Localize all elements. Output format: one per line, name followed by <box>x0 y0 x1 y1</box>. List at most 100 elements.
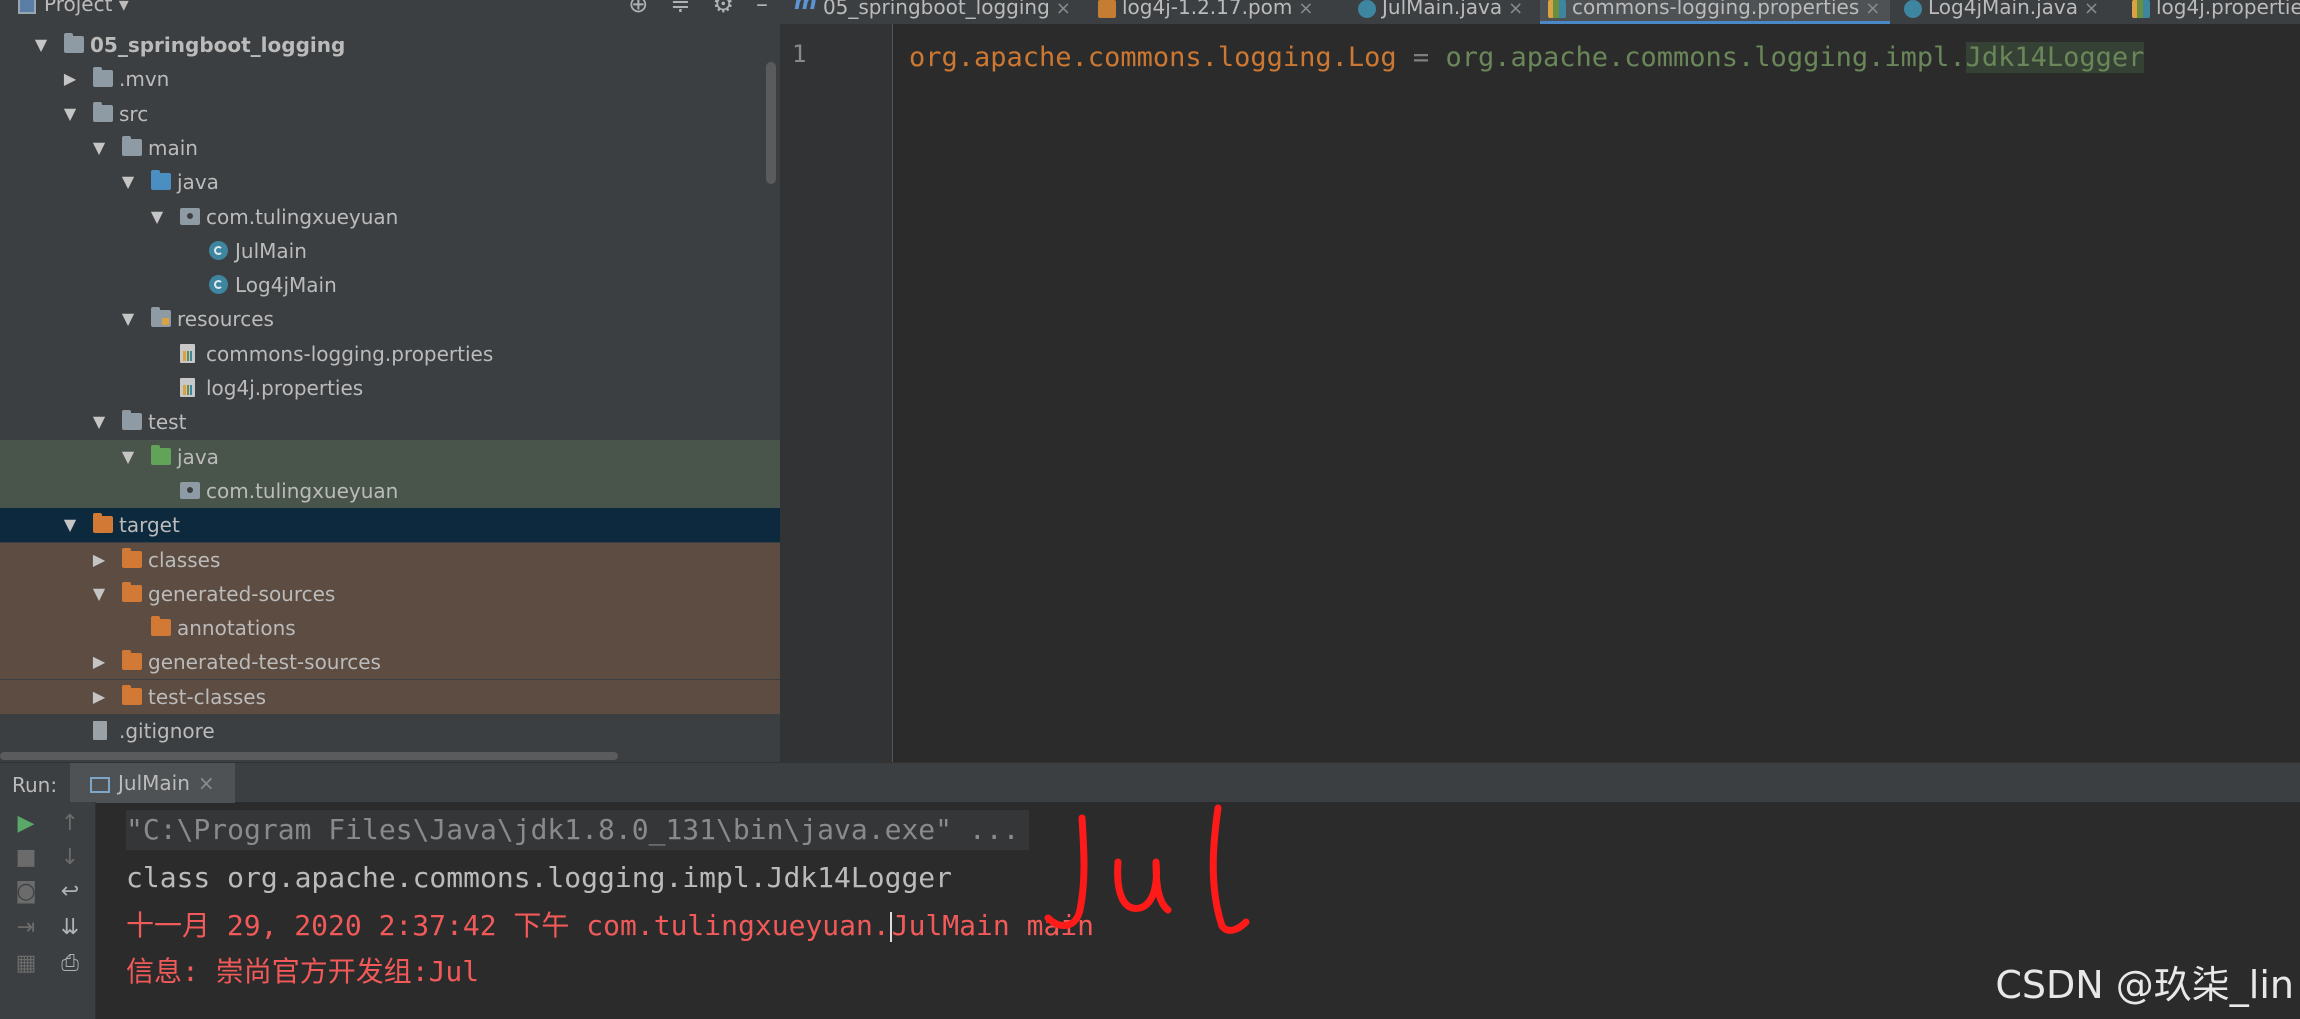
folder-icon <box>122 135 142 156</box>
rerun-icon[interactable]: ▶ <box>12 810 40 838</box>
camera-icon[interactable]: ◙ <box>12 878 40 906</box>
folder-icon <box>122 410 142 431</box>
tree-item-label: classes <box>148 547 221 572</box>
editor-tab-log4j-1-2-17-pom[interactable]: log4j-1.2.17.pom × <box>1090 0 1344 24</box>
tree-item-label: target <box>119 513 180 538</box>
console-output-prefix: class org.apache.commons.logging.impl. <box>126 861 767 894</box>
test-folder-icon <box>151 444 171 465</box>
editor-tab-log4j-properties[interactable]: log4j.properties <box>2124 0 2300 24</box>
tree-item-label: src <box>119 101 149 126</box>
tree-item-main[interactable]: ▼ main <box>0 131 780 165</box>
folder-icon <box>93 101 113 122</box>
scroll-to-end-icon[interactable]: ⇊ <box>56 914 84 942</box>
tree-item--gitignore[interactable]: .gitignore <box>0 714 780 748</box>
tree-item-generated-test-sources[interactable]: ▶ generated-test-sources <box>0 645 780 680</box>
run-tab-julmain[interactable]: JulMain × <box>70 763 235 803</box>
tree-item-log4j-properties[interactable]: log4j.properties <box>0 371 780 405</box>
run-tab-label: JulMain <box>118 771 190 795</box>
tree-vertical-scrollbar[interactable] <box>766 62 776 184</box>
layout-icon[interactable]: ▦ <box>12 950 40 978</box>
package-icon <box>180 481 200 499</box>
close-icon[interactable]: × <box>1056 0 1071 19</box>
exit-icon[interactable]: ⇥ <box>12 914 40 942</box>
tree-item-com-tulingxueyuan[interactable]: com.tulingxueyuan <box>0 473 780 508</box>
project-tool-window: Project ▾ ⊕ ≑ ⚙ – ▼ 05_springboot_logging… <box>0 0 780 762</box>
tree-item-java[interactable]: ▼ java <box>0 165 780 199</box>
close-icon[interactable]: × <box>1865 0 1880 19</box>
chevron-down-icon[interactable]: ▼ <box>32 28 50 62</box>
scroll-up-icon[interactable]: ↑ <box>56 810 84 838</box>
locate-icon[interactable]: ⊕ <box>628 0 648 18</box>
close-icon[interactable]: × <box>1298 0 1313 19</box>
chevron-right-icon[interactable]: ▶ <box>90 543 108 577</box>
scroll-down-icon[interactable]: ↓ <box>56 844 84 872</box>
tree-item-label: .mvn <box>119 67 170 92</box>
tree-item-test-classes[interactable]: ▶ test-classes <box>0 679 780 714</box>
chevron-right-icon[interactable]: ▶ <box>90 645 108 679</box>
class-file-icon <box>1358 0 1376 18</box>
chevron-down-icon[interactable]: ▼ <box>61 97 79 131</box>
editor-tab-label: JulMain.java <box>1382 0 1503 19</box>
tree-item-label: resources <box>177 307 274 332</box>
excluded-folder-icon <box>122 684 142 705</box>
tree-item-label: java <box>177 444 219 469</box>
soft-wrap-icon[interactable]: ↩ <box>56 878 84 906</box>
chevron-down-icon[interactable]: ▼ <box>119 165 137 199</box>
close-icon[interactable]: × <box>198 771 215 795</box>
chevron-right-icon[interactable]: ▶ <box>90 680 108 714</box>
editor-tab-05-springboot-logging[interactable]: m 05_springboot_logging × <box>786 0 1084 24</box>
tree-item-label: java <box>177 170 219 195</box>
chevron-down-icon[interactable]: ▼ <box>119 440 137 474</box>
chevron-down-icon[interactable]: ▼ <box>148 200 166 234</box>
chevron-down-icon[interactable]: ▼ <box>61 508 79 542</box>
chevron-right-icon[interactable]: ▶ <box>61 62 79 96</box>
tree-item-classes[interactable]: ▶ classes <box>0 542 780 577</box>
editor-tab-log4jmain-java[interactable]: Log4jMain.java × <box>1896 0 2118 24</box>
run-toolbar: ▶ ↑ ■ ↓ ◙ ↩ ⇥ ⇊ ▦ ⎙ <box>0 802 96 1019</box>
tree-item-log4jmain[interactable]: Log4jMain <box>0 268 780 302</box>
minimize-icon[interactable]: – <box>756 0 768 18</box>
stop-icon[interactable]: ■ <box>12 844 40 872</box>
close-icon[interactable]: × <box>2084 0 2099 19</box>
tree-horizontal-scrollbar[interactable] <box>0 752 618 760</box>
excluded-folder-icon <box>93 513 113 534</box>
folder-icon <box>93 67 113 88</box>
tree-item-generated-sources[interactable]: ▼ generated-sources <box>0 576 780 611</box>
tree-item-label: generated-test-sources <box>148 650 381 675</box>
editor-tab-label: commons-logging.properties <box>1572 0 1860 19</box>
tree-item-java[interactable]: ▼ java <box>0 439 780 474</box>
tree-item-annotations[interactable]: annotations <box>0 611 780 646</box>
editor-tab-julmain-java[interactable]: JulMain.java × <box>1350 0 1534 24</box>
tree-item-src[interactable]: ▼ src <box>0 97 780 131</box>
collapse-all-icon[interactable]: ≑ <box>670 0 690 18</box>
chevron-down-icon[interactable]: ▼ <box>90 405 108 439</box>
tree-item-label: test <box>148 410 187 435</box>
tree-item-label: com.tulingxueyuan <box>206 204 399 229</box>
chevron-down-icon[interactable]: ▼ <box>90 577 108 611</box>
project-title[interactable]: Project ▾ <box>18 0 129 16</box>
tree-item--mvn[interactable]: ▶ .mvn <box>0 62 780 96</box>
editor-tab-commons-logging-properties[interactable]: commons-logging.properties × <box>1540 0 1890 24</box>
resources-folder-icon <box>151 307 171 328</box>
tree-item-label: commons-logging.properties <box>206 341 494 366</box>
tree-item-com-tulingxueyuan[interactable]: ▼ com.tulingxueyuan <box>0 200 780 234</box>
editor-gutter: 1 <box>780 24 893 762</box>
properties-file-icon <box>1548 0 1566 18</box>
tree-item-resources[interactable]: ▼ resources <box>0 302 780 336</box>
print-icon[interactable]: ⎙ <box>56 950 84 978</box>
watermark: CSDN @玖柒_lin <box>1995 963 2294 1007</box>
chevron-down-icon[interactable]: ▼ <box>119 302 137 336</box>
tree-item-commons-logging-properties[interactable]: commons-logging.properties <box>0 337 780 371</box>
close-icon[interactable]: × <box>1508 0 1523 19</box>
excluded-folder-icon <box>122 547 142 568</box>
gear-icon[interactable]: ⚙ <box>712 0 734 18</box>
tree-item-05-springboot-logging[interactable]: ▼ 05_springboot_logging <box>0 28 780 62</box>
tree-item-target[interactable]: ▼ target <box>0 508 780 543</box>
property-value: org.apache.commons.logging.impl. <box>1445 42 1966 73</box>
console-output-line: class org.apache.commons.logging.impl.Jd… <box>126 858 952 898</box>
chevron-down-icon[interactable]: ▼ <box>90 131 108 165</box>
tree-item-test[interactable]: ▼ test <box>0 405 780 439</box>
chevron-down-icon[interactable]: ▾ <box>119 0 129 16</box>
code-line-1[interactable]: org.apache.commons.logging.Log = org.apa… <box>909 40 2145 76</box>
tree-item-julmain[interactable]: JulMain <box>0 234 780 268</box>
